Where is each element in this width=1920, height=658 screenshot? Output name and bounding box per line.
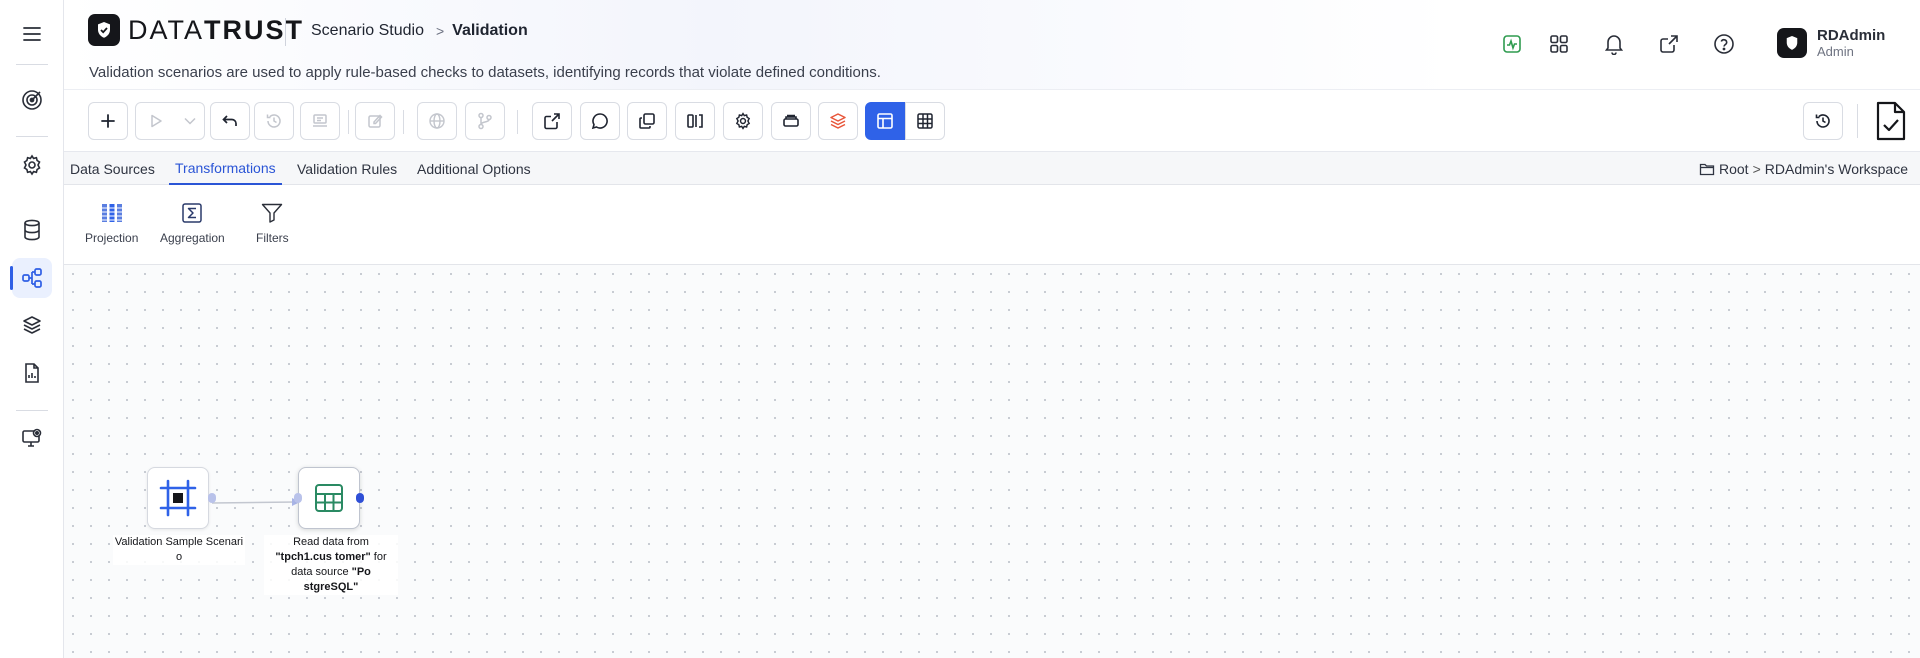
brand-logo[interactable]: DATATRUST [88, 14, 304, 46]
compare-button[interactable] [675, 102, 715, 140]
brand-name: DATATRUST [128, 14, 305, 45]
header-divider [285, 18, 286, 46]
branch-button[interactable] [465, 102, 505, 140]
breadcrumb-separator: > [435, 23, 445, 39]
add-button[interactable] [88, 102, 128, 140]
toolbar-divider [1857, 104, 1858, 138]
breadcrumb: Scenario Studio > Validation [311, 22, 528, 40]
scenario-node-label: Validation Sample Scenari o [113, 535, 245, 565]
transformations-panel: Projection Aggregation Filters [64, 185, 1920, 265]
aggregation-label: Aggregation [160, 231, 225, 245]
menu-icon[interactable] [12, 14, 52, 54]
app-header: DATATRUST Scenario Studio > Validation V… [64, 0, 1920, 90]
breadcrumb-current: Validation [452, 22, 528, 39]
bell-icon[interactable] [1601, 31, 1627, 57]
table-view-button[interactable] [905, 102, 945, 140]
schedule-button[interactable] [300, 102, 340, 140]
toolbar-divider [348, 110, 349, 134]
scenario-node[interactable] [147, 467, 209, 529]
copy-button[interactable] [627, 102, 667, 140]
node-connector [211, 498, 300, 506]
layers-icon[interactable] [12, 305, 52, 345]
comment-button[interactable] [580, 102, 620, 140]
node-output-handle[interactable] [356, 493, 364, 503]
monitor-eye-icon[interactable] [12, 418, 52, 458]
workflow-canvas[interactable]: Validation Sample Scenari o Read data fr… [64, 265, 1920, 658]
node-output-handle[interactable] [208, 493, 216, 503]
projection-tool[interactable]: Projection [85, 201, 138, 245]
path-workspace[interactable]: RDAdmin's Workspace [1765, 161, 1908, 177]
tab-additional-options[interactable]: Additional Options [411, 152, 537, 185]
scenario-frame-icon [159, 479, 197, 517]
version-history-button[interactable] [1803, 102, 1843, 140]
edit-button[interactable] [355, 102, 395, 140]
toolbar [64, 90, 1920, 152]
read-data-node[interactable] [298, 467, 360, 529]
section-tabs: Data Sources Transformations Validation … [64, 152, 1920, 185]
rail-divider [16, 410, 48, 411]
breadcrumb-scenario-studio[interactable]: Scenario Studio [311, 22, 424, 40]
toolbar-divider [517, 110, 518, 134]
tab-data-sources[interactable]: Data Sources [64, 152, 161, 185]
avatar [1777, 28, 1807, 59]
workspace-path: Root > RDAdmin's Workspace [1699, 152, 1908, 185]
folder-icon [1699, 163, 1715, 175]
run-options-dropdown[interactable] [176, 103, 204, 139]
path-separator: > [1752, 160, 1761, 177]
run-button[interactable] [136, 103, 176, 139]
table-icon [315, 484, 343, 512]
external-link-icon[interactable] [1656, 31, 1682, 57]
report-icon[interactable] [12, 353, 52, 393]
undo-button[interactable] [210, 102, 250, 140]
user-role: Admin [1817, 43, 1854, 59]
read-data-node-label: Read data from "tpch1.cus tomer" for dat… [264, 535, 398, 595]
database-icon[interactable] [12, 210, 52, 250]
storage-button[interactable] [771, 102, 811, 140]
aggregation-tool[interactable]: Aggregation [160, 201, 225, 245]
tab-transformations[interactable]: Transformations [169, 152, 282, 185]
workflow-icon[interactable] [10, 258, 52, 298]
node-input-handle[interactable] [294, 493, 302, 503]
toolbar-divider [403, 110, 404, 134]
rail-divider [16, 136, 48, 137]
stack-layers-button[interactable] [818, 102, 858, 140]
shield-logo-icon [88, 14, 120, 46]
gear-icon[interactable] [12, 145, 52, 185]
filters-tool[interactable]: Filters [256, 201, 289, 245]
sigma-icon [182, 201, 203, 225]
user-name: RDAdmin [1817, 27, 1886, 44]
globe-button[interactable] [417, 102, 457, 140]
projection-label: Projection [85, 231, 139, 245]
help-icon[interactable] [1711, 31, 1737, 57]
projection-icon [101, 201, 123, 225]
canvas-view-button[interactable] [865, 102, 905, 140]
apps-grid-icon[interactable] [1546, 31, 1572, 57]
activity-icon[interactable] [1499, 31, 1525, 57]
filter-icon [261, 201, 283, 225]
left-rail [0, 0, 64, 658]
tab-validation-rules[interactable]: Validation Rules [291, 152, 403, 185]
target-icon[interactable] [12, 80, 52, 120]
rail-divider [16, 64, 48, 65]
history-button[interactable] [254, 102, 294, 140]
settings-button[interactable] [723, 102, 763, 140]
filters-label: Filters [256, 231, 289, 245]
user-menu[interactable]: RDAdmin Admin [1777, 27, 1886, 59]
path-root[interactable]: Root [1719, 161, 1749, 177]
export-button[interactable] [532, 102, 572, 140]
validate-document-icon[interactable] [1873, 100, 1909, 142]
page-description: Validation scenarios are used to apply r… [89, 64, 881, 81]
